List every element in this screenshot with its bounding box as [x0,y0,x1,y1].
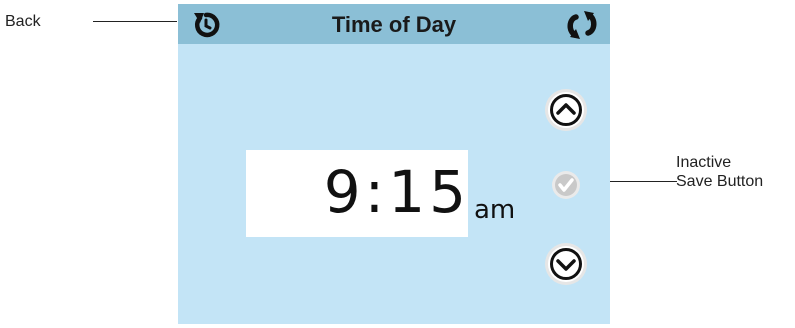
increase-button[interactable] [543,87,589,133]
time-value: 9:15 [323,158,470,226]
decrease-button[interactable] [543,241,589,287]
chevron-up-icon [545,89,587,131]
save-button[interactable] [551,170,581,200]
checkmark-icon [552,171,580,199]
title-bar: Time of Day [178,4,610,44]
page-title: Time of Day [331,12,457,37]
back-annotation-leader [93,21,177,22]
cycle-button[interactable] [564,9,600,41]
chevron-down-icon [545,243,587,285]
inactive-save-annotation-label: Inactive Save Button [676,154,764,190]
time-display: 9:15 [246,150,468,237]
cycle-arrows-icon [567,11,597,39]
back-annotation-label: Back [5,13,41,30]
am-pm-indicator: am [474,195,516,225]
save-annotation-leader [607,181,677,182]
time-of-day-screen: Time of Day 9:15 am [178,4,610,324]
